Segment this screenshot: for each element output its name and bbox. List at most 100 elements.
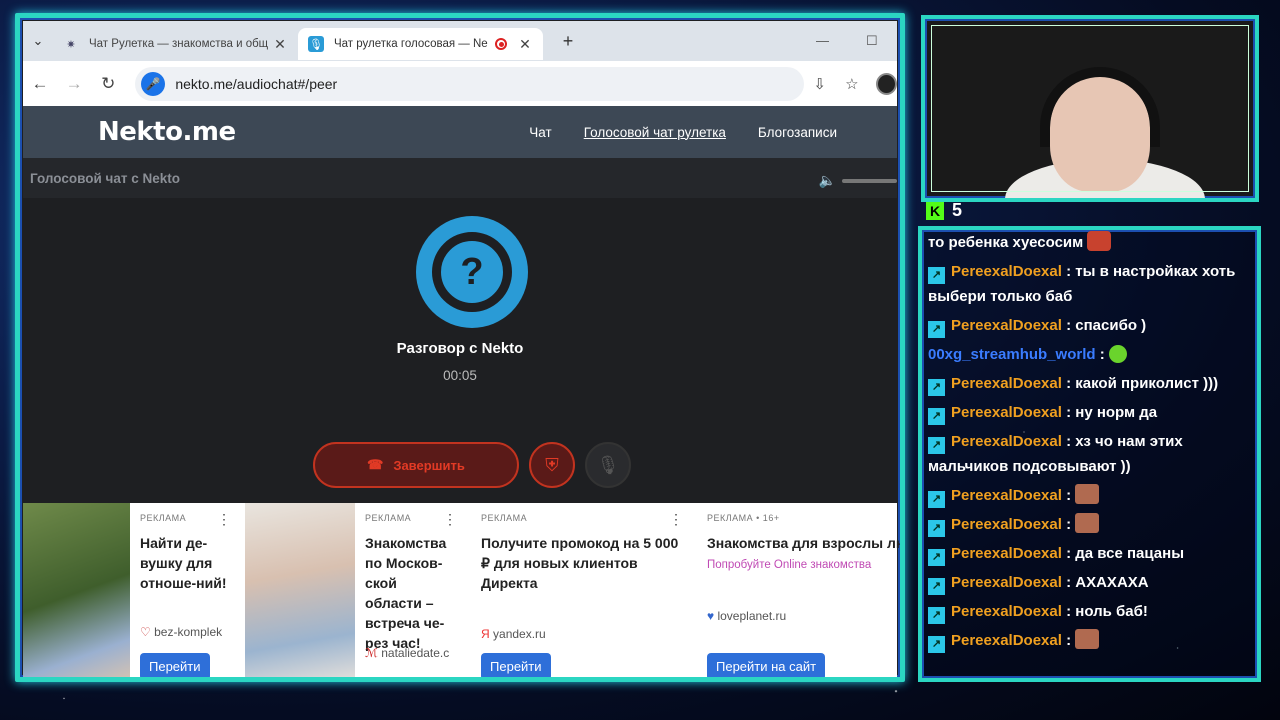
- badge-icon: ↗: [928, 549, 945, 566]
- ad-label: РЕКЛАМА • 16+: [707, 513, 780, 523]
- volume-slider[interactable]: [842, 178, 897, 183]
- site-header: Nekto.me Чат Голосовой чат рулетка Блого…: [23, 106, 897, 158]
- ad-source: ℳ nataliedate.c: [365, 646, 450, 660]
- chat-message: ↗ PereexalDoexal :: [928, 483, 1251, 508]
- maximize-icon[interactable]: ☐: [866, 33, 878, 49]
- badge-icon: ↗: [928, 636, 945, 653]
- bookmark-star-icon[interactable]: ☆: [836, 75, 868, 93]
- ad-headline: Знакомства для взрослы людей кому за 40+: [707, 535, 900, 551]
- tab-title: Чат Рулетка — знакомства и общ: [89, 38, 269, 50]
- ad-headline: Получите промокод на 5 000 ₽ для новых к…: [481, 535, 679, 591]
- hangup-phone-icon: ☎: [367, 457, 384, 472]
- close-tab-icon[interactable]: ✕: [517, 36, 533, 53]
- badge-icon: ↗: [928, 578, 945, 595]
- ad-card[interactable]: РЕКЛАМА ⋮ Найти де-вушку для отноше-ний!…: [23, 503, 240, 677]
- voice-chat-header: Голосовой чат с Nekto 🔈: [23, 158, 897, 198]
- ad-go-button[interactable]: Перейти на сайт: [707, 653, 826, 677]
- back-arrow-icon[interactable]: ←: [23, 74, 57, 94]
- chat-message: 00xg_streamhub_world :: [928, 342, 1251, 367]
- more-options-icon[interactable]: ⋮: [217, 511, 231, 528]
- chat-message: ↗ PereexalDoexal : да все пацаны: [928, 541, 1251, 566]
- report-shield-button[interactable]: ⛨: [529, 442, 575, 488]
- chat-message: ↗ PereexalDoexal :: [928, 628, 1251, 653]
- end-call-label: Завершить: [393, 457, 465, 473]
- mic-permission-icon[interactable]: 🎤: [141, 71, 166, 96]
- end-call-button[interactable]: ☎ Завершить: [313, 442, 519, 488]
- stream-chat: то ребенка хуесосим ↗ PereexalDoexal : ты…: [918, 226, 1261, 682]
- nataliedate-icon: ℳ: [365, 646, 378, 660]
- ad-promo: Попробуйте Online знакомства: [707, 559, 872, 571]
- emote-icon: [1087, 231, 1112, 251]
- kick-logo-icon: K: [926, 201, 944, 220]
- tab-search-icon[interactable]: ⌄: [23, 33, 53, 49]
- tab-voice-roulette[interactable]: 🎙 Чат рулетка голосовая — Ne ✕: [298, 28, 543, 60]
- yandex-icon: Я: [481, 627, 490, 641]
- loveplanet-icon: ♥: [707, 609, 715, 623]
- chat-message: ↗ PereexalDoexal : какой приколист ))): [928, 371, 1251, 396]
- ad-card[interactable]: РЕКЛАМА ⋮ Знакомства по Москов-ской обла…: [245, 503, 466, 677]
- site-nav: Чат Голосовой чат рулетка Блогозаписи: [529, 125, 837, 140]
- badge-icon: ↗: [928, 267, 945, 284]
- chat-message: ↗ PereexalDoexal : АХАХАХА: [928, 570, 1251, 595]
- site-logo[interactable]: Nekto.me: [98, 117, 236, 147]
- chat-message: ↗ PereexalDoexal : ну норм да: [928, 400, 1251, 425]
- more-options-icon[interactable]: ⋮: [443, 511, 457, 528]
- volume-control[interactable]: 🔈: [819, 172, 897, 189]
- ad-strip: РЕКЛАМА ⋮ Найти де-вушку для отноше-ний!…: [23, 503, 900, 677]
- tab-title: Чат рулетка голосовая — Ne: [334, 38, 488, 50]
- profile-avatar[interactable]: [875, 72, 897, 95]
- ad-label: РЕКЛАМА: [365, 513, 412, 523]
- chat-message: ↗ PereexalDoexal : ноль баб!: [928, 599, 1251, 624]
- address-bar: ← → ↻ 🎤 nekto.me/audiochat#/peer ⇩ ☆: [23, 61, 897, 106]
- url-text: nekto.me/audiochat#/peer: [175, 75, 338, 92]
- shield-icon: ⛨: [545, 454, 559, 475]
- ad-image: [23, 503, 130, 677]
- chat-message: ↗ PereexalDoexal :: [928, 512, 1251, 537]
- webcam-overlay: [921, 15, 1259, 202]
- reload-icon[interactable]: ↻: [91, 74, 125, 94]
- emote-icon: [1075, 484, 1100, 504]
- ad-go-button[interactable]: Перейти: [481, 653, 551, 677]
- nav-voice-chat[interactable]: Голосовой чат рулетка: [584, 125, 726, 140]
- speaker-icon: 🔈: [818, 172, 836, 188]
- chat-message: ↗ PereexalDoexal : спасибо ): [928, 313, 1251, 338]
- ad-image: [245, 503, 356, 677]
- install-app-icon[interactable]: ⇩: [804, 75, 836, 93]
- ad-source: ♡ bez-komplek: [140, 625, 223, 639]
- badge-icon: ↗: [928, 408, 945, 425]
- badge-icon: ↗: [928, 520, 945, 537]
- badge-icon: ↗: [928, 321, 945, 338]
- ad-card[interactable]: РЕКЛАМА • 16+ Знакомства для взрослы люд…: [697, 503, 900, 677]
- chat-message: ↗ PereexalDoexal : ты в настройках хоть в…: [928, 263, 1236, 305]
- minimize-icon[interactable]: —: [816, 33, 829, 48]
- openai-favicon-icon: ✷: [66, 38, 76, 51]
- unknown-user-avatar: ?: [416, 216, 528, 328]
- url-field[interactable]: 🎤 nekto.me/audiochat#/peer: [135, 66, 804, 101]
- ad-label: РЕКЛАМА: [140, 513, 187, 523]
- forward-arrow-icon[interactable]: →: [57, 74, 91, 94]
- nav-blog[interactable]: Блогозаписи: [758, 125, 837, 140]
- nav-chat[interactable]: Чат: [529, 125, 551, 140]
- mic-favicon-icon: 🎙: [308, 36, 324, 52]
- ad-source: Я yandex.ru: [481, 627, 546, 641]
- ad-card[interactable]: РЕКЛАМА ⋮ Получите промокод на 5 000 ₽ д…: [471, 503, 691, 677]
- ad-source: ♥ loveplanet.ru: [707, 609, 787, 623]
- question-mark-icon: ?: [432, 232, 512, 312]
- ad-headline: Найти де-вушку для отноше-ний!: [140, 535, 227, 591]
- tab-bar: ⌄ ✷ Чат Рулетка — знакомства и общ ✕ 🎙 Ч…: [23, 21, 897, 61]
- mute-mic-button[interactable]: 🎙: [585, 442, 631, 488]
- call-title: Разговор с Nekto: [396, 340, 524, 357]
- emote-icon: [1075, 513, 1100, 533]
- close-tab-icon[interactable]: ✕: [272, 36, 288, 53]
- chat-message: ↗ PereexalDoexal : хз чо нам этих мальчик…: [928, 433, 1183, 475]
- call-timer: 00:05: [443, 368, 477, 383]
- new-tab-button[interactable]: +: [553, 31, 583, 52]
- tab-chat-roulette[interactable]: ✷ Чат Рулетка — знакомства и общ ✕: [53, 28, 298, 60]
- more-options-icon[interactable]: ⋮: [669, 511, 683, 528]
- recording-icon: [495, 38, 507, 50]
- ad-label: РЕКЛАМА: [481, 513, 528, 523]
- call-panel: ? Разговор с Nekto 00:05 ☎ Завершить ⛨ 🎙: [23, 198, 897, 503]
- voice-chat-title: Голосовой чат с Nekto: [30, 170, 181, 186]
- heart-icon: ♡: [140, 625, 151, 639]
- ad-go-button[interactable]: Перейти: [140, 653, 210, 677]
